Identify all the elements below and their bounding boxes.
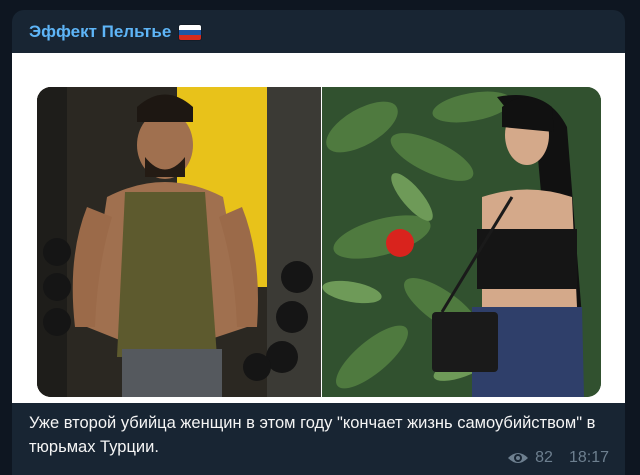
eye-icon — [508, 453, 529, 463]
photo-man-gym — [37, 87, 321, 397]
post-photo[interactable] — [12, 53, 625, 403]
channel-title[interactable]: Эффект Пельтье — [29, 22, 202, 42]
photo-woman-plants — [322, 87, 601, 397]
post-time: 18:17 — [568, 449, 609, 466]
channel-name[interactable]: Эффект Пельтье — [29, 22, 171, 42]
message-bubble: Эффект Пельтье Уже второй убийца женщин … — [12, 10, 625, 475]
russia-flag-icon — [179, 24, 202, 40]
post-meta: 82 18:17 — [507, 449, 609, 467]
view-count: 82 — [535, 449, 553, 466]
